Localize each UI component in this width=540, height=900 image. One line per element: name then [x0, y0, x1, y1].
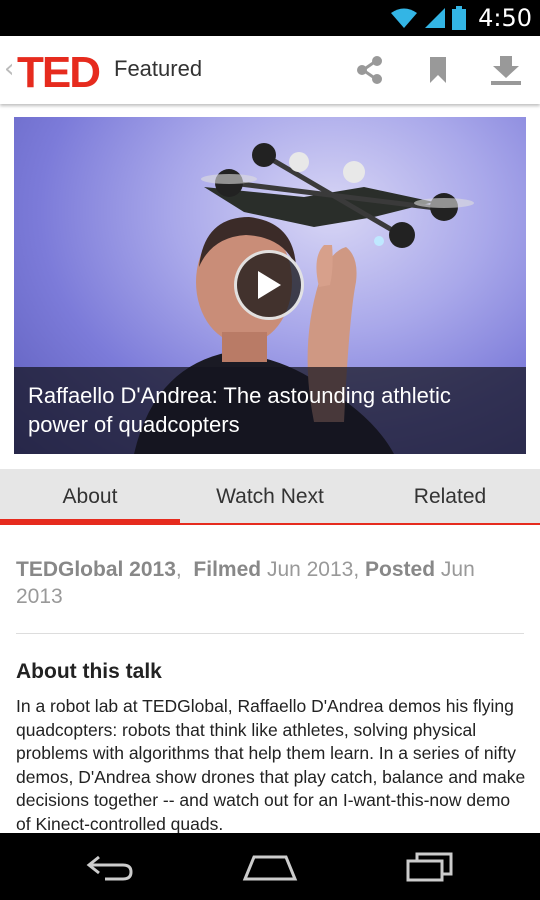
battery-icon	[452, 6, 467, 30]
meta-separator: ,	[175, 558, 182, 581]
divider	[16, 633, 524, 634]
tab-active-indicator	[0, 519, 180, 525]
filmed-value: Jun 2013	[266, 558, 354, 581]
tab-bar: About Watch Next Related	[0, 469, 540, 525]
wifi-icon	[391, 8, 418, 28]
action-bar-title: Featured	[114, 56, 203, 81]
tab-related-label: Related	[413, 485, 487, 508]
nav-bar	[0, 833, 540, 900]
status-time: 4:50	[478, 4, 532, 32]
tab-about-label: About	[62, 485, 118, 508]
ted-logo[interactable]: TED	[17, 47, 105, 93]
tab-watch-next[interactable]: Watch Next	[180, 469, 360, 525]
signal-icon	[425, 8, 446, 28]
play-button[interactable]	[234, 250, 304, 320]
download-icon	[491, 56, 521, 85]
talk-meta: TEDGlobal 2013, Filmed Jun 2013, Posted …	[16, 556, 524, 610]
status-bar: 4:50	[0, 0, 540, 36]
event-name: TEDGlobal 2013	[16, 558, 176, 581]
home-button[interactable]	[230, 842, 310, 892]
posted-label: Posted	[365, 558, 436, 581]
home-icon	[242, 855, 298, 880]
tab-watch-next-label: Watch Next	[216, 485, 324, 508]
play-icon	[258, 271, 281, 299]
recent-apps-button[interactable]	[390, 842, 470, 892]
talk-meta-line: TEDGlobal 2013, Filmed Jun 2013, Posted …	[16, 558, 475, 608]
share-icon	[357, 56, 382, 84]
bookmark-icon	[430, 57, 446, 83]
back-button[interactable]	[70, 842, 150, 892]
about-body: In a robot lab at TEDGlobal, Raffaello D…	[16, 696, 526, 834]
share-button[interactable]	[350, 50, 390, 90]
talk-title: Raffaello D'Andrea: The astounding athle…	[28, 383, 451, 437]
tab-about[interactable]: About	[0, 469, 180, 525]
back-icon	[86, 855, 133, 880]
svg-text:TED: TED	[17, 48, 99, 93]
download-button[interactable]	[486, 50, 526, 90]
recent-apps-icon	[406, 852, 453, 881]
hero-video-thumbnail[interactable]: Raffaello D'Andrea: The astounding athle…	[14, 117, 526, 454]
action-bar: ‹ TED Featured	[0, 36, 540, 104]
filmed-label: Filmed	[193, 558, 262, 581]
up-caret-icon[interactable]: ‹	[4, 54, 14, 84]
hero-caption: Raffaello D'Andrea: The astounding athle…	[14, 367, 526, 454]
tab-related[interactable]: Related	[360, 469, 540, 525]
bookmark-button[interactable]	[418, 50, 458, 90]
status-icons: 4:50	[390, 0, 532, 36]
about-heading: About this talk	[16, 660, 162, 683]
